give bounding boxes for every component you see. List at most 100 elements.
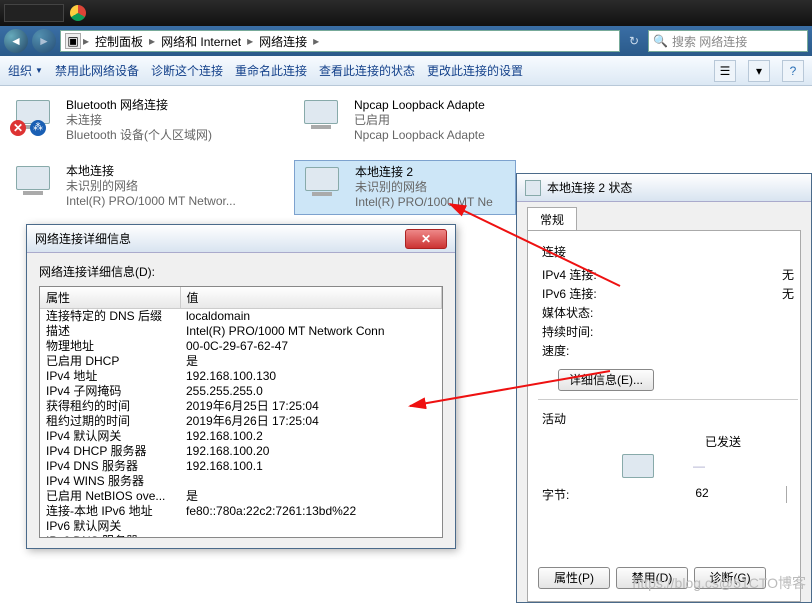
chevron-right-icon: ▸ — [149, 34, 155, 48]
adapter-icon — [298, 98, 346, 138]
forward-button[interactable]: ► — [32, 29, 56, 53]
bc-control-panel[interactable]: 控制面板 — [91, 33, 147, 50]
prop-cell: IPv4 子网掩码 — [40, 384, 180, 399]
table-row[interactable]: IPv6 默认网关 — [40, 519, 442, 534]
conn-name: Npcap Loopback Adapte — [354, 98, 550, 113]
sent-label: 已发送 — [652, 433, 794, 450]
chevron-down-icon: ▼ — [35, 66, 43, 75]
connection-npcap[interactable]: Npcap Loopback Adapte 已启用 Npcap Loopback… — [294, 94, 554, 147]
table-row[interactable]: IPv4 默认网关192.168.100.2 — [40, 429, 442, 444]
dialog-title-bar[interactable]: 网络连接详细信息 ✕ — [27, 225, 455, 253]
table-row[interactable]: 租约过期的时间2019年6月26日 17:25:04 — [40, 414, 442, 429]
value-cell: 255.255.255.0 — [180, 384, 442, 399]
table-row[interactable]: IPv4 地址192.168.100.130 — [40, 369, 442, 384]
bc-network-internet[interactable]: 网络和 Internet — [157, 33, 245, 50]
dash-icon: — — [684, 459, 714, 473]
divider — [538, 399, 798, 400]
value-cell: 192.168.100.2 — [180, 429, 442, 444]
connection-local-2[interactable]: 本地连接 2 未识别的网络 Intel(R) PRO/1000 MT Ne — [294, 160, 516, 215]
connection-bluetooth[interactable]: ✕⁂ Bluetooth 网络连接 未连接 Bluetooth 设备(个人区域网… — [6, 94, 266, 147]
value-cell: 是 — [180, 354, 442, 369]
table-row[interactable]: IPv4 WINS 服务器 — [40, 474, 442, 489]
watermark: https://blog.cs@51CTO博客 — [633, 573, 806, 593]
close-button[interactable]: ✕ — [405, 229, 447, 249]
change-settings[interactable]: 更改此连接的设置 — [427, 62, 523, 79]
prop-cell: 连接特定的 DNS 后缀 — [40, 309, 180, 325]
conn-name: 本地连接 — [66, 164, 262, 179]
status-key: IPv4 连接: — [542, 266, 652, 283]
organize-menu[interactable]: 组织▼ — [8, 62, 43, 79]
prop-cell: IPv6 默认网关 — [40, 519, 180, 534]
search-input[interactable]: 🔍 搜索 网络连接 — [648, 30, 808, 52]
adapter-icon — [525, 180, 541, 196]
value-cell: 192.168.100.130 — [180, 369, 442, 384]
help-icon[interactable]: ? — [782, 60, 804, 82]
table-row[interactable]: IPv4 子网掩码255.255.255.0 — [40, 384, 442, 399]
breadcrumb[interactable]: ▣ ▸ 控制面板 ▸ 网络和 Internet ▸ 网络连接 ▸ — [60, 30, 620, 52]
conn-name: 本地连接 2 — [355, 165, 511, 180]
back-button[interactable]: ◄ — [4, 29, 28, 53]
dialog-title-bar[interactable]: 本地连接 2 状态 — [517, 174, 811, 202]
connection-local-1[interactable]: 本地连接 未识别的网络 Intel(R) PRO/1000 MT Networ.… — [6, 160, 266, 213]
status-key: 持续时间: — [542, 323, 652, 340]
col-value[interactable]: 值 — [180, 287, 442, 309]
prop-cell: 已启用 DHCP — [40, 354, 180, 369]
table-row[interactable]: IPv4 DNS 服务器192.168.100.1 — [40, 459, 442, 474]
col-property[interactable]: 属性 — [40, 287, 180, 309]
table-row[interactable]: 获得租约的时间2019年6月25日 17:25:04 — [40, 399, 442, 414]
title-blank — [4, 4, 64, 22]
section-connection: 连接 — [542, 243, 794, 260]
table-row[interactable]: IPv6 DNS 服务器 — [40, 534, 442, 538]
table-row[interactable]: 连接特定的 DNS 后缀localdomain — [40, 309, 442, 325]
connection-details-dialog: 网络连接详细信息 ✕ 网络连接详细信息(D): 属性 值 连接特定的 DNS 后… — [26, 224, 456, 549]
dialog-title: 本地连接 2 状态 — [547, 179, 632, 196]
value-cell: Intel(R) PRO/1000 MT Network Conn — [180, 324, 442, 339]
tab-page-general: 连接 IPv4 连接:无IPv6 连接:无媒体状态:持续时间:速度: 详细信息(… — [527, 230, 801, 602]
status-row: 速度: — [542, 342, 794, 359]
disable-device[interactable]: 禁用此网络设备 — [55, 62, 139, 79]
table-row[interactable]: IPv4 DHCP 服务器192.168.100.20 — [40, 444, 442, 459]
value-cell: 192.168.100.1 — [180, 459, 442, 474]
status-row: 媒体状态: — [542, 304, 794, 321]
value-cell: fe80::780a:22c2:7261:13bd%22 — [180, 504, 442, 519]
view-dropdown-icon[interactable]: ▾ — [748, 60, 770, 82]
conn-status: 已启用 — [354, 113, 550, 128]
table-row[interactable]: 连接-本地 IPv6 地址fe80::780a:22c2:7261:13bd%2… — [40, 504, 442, 519]
bytes-label: 字节: — [542, 486, 652, 503]
conn-status: 未识别的网络 — [355, 180, 511, 195]
table-row[interactable]: 描述Intel(R) PRO/1000 MT Network Conn — [40, 324, 442, 339]
status-key: IPv6 连接: — [542, 285, 652, 302]
prop-cell: IPv4 地址 — [40, 369, 180, 384]
chevron-right-icon: ▸ — [247, 34, 253, 48]
table-row[interactable]: 已启用 NetBIOS ove...是 — [40, 489, 442, 504]
monitor-sent-icon — [622, 454, 654, 478]
status-value — [652, 323, 794, 340]
value-cell — [180, 519, 442, 534]
search-placeholder: 搜索 网络连接 — [672, 33, 747, 50]
address-bar: ◄ ► ▣ ▸ 控制面板 ▸ 网络和 Internet ▸ 网络连接 ▸ ↻ 🔍… — [0, 26, 812, 56]
bc-network-connections[interactable]: 网络连接 — [255, 33, 311, 50]
conn-name: Bluetooth 网络连接 — [66, 98, 262, 113]
view-mode-icon[interactable]: ☰ — [714, 60, 736, 82]
diagnose-connection[interactable]: 诊断这个连接 — [151, 62, 223, 79]
properties-button[interactable]: 属性(P) — [538, 567, 610, 589]
prop-cell: 获得租约的时间 — [40, 399, 180, 414]
adapter-icon — [10, 164, 58, 204]
refresh-icon[interactable]: ↻ — [624, 34, 644, 48]
cp-icon: ▣ — [65, 33, 81, 49]
value-cell: 00-0C-29-67-62-47 — [180, 339, 442, 354]
view-status[interactable]: 查看此连接的状态 — [319, 62, 415, 79]
bytes-sent: 62 — [652, 486, 786, 503]
prop-cell: 连接-本地 IPv6 地址 — [40, 504, 180, 519]
table-row[interactable]: 物理地址00-0C-29-67-62-47 — [40, 339, 442, 354]
conn-device: Intel(R) PRO/1000 MT Ne — [355, 195, 511, 210]
value-cell — [180, 534, 442, 538]
value-cell: 是 — [180, 489, 442, 504]
prop-cell: IPv6 DNS 服务器 — [40, 534, 180, 538]
rename-connection[interactable]: 重命名此连接 — [235, 62, 307, 79]
search-icon: 🔍 — [653, 34, 668, 48]
details-grid[interactable]: 属性 值 连接特定的 DNS 后缀localdomain描述Intel(R) P… — [39, 286, 443, 538]
tab-general[interactable]: 常规 — [527, 207, 577, 231]
details-button[interactable]: 详细信息(E)... — [558, 369, 654, 391]
table-row[interactable]: 已启用 DHCP是 — [40, 354, 442, 369]
